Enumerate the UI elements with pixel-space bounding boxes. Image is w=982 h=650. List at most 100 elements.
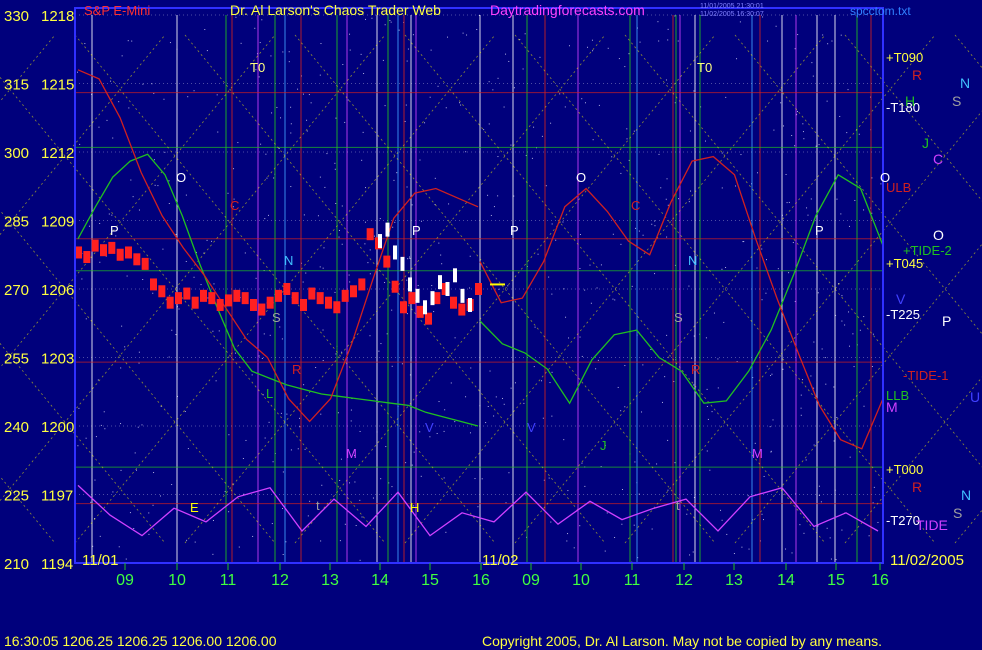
y-price-label: 1197 [41,488,73,505]
star-dot [349,49,351,51]
star-dot [617,386,619,388]
star-dot [97,379,99,381]
star-dot [693,384,695,386]
star-dot [305,272,307,274]
star-dot [384,105,386,107]
right-axis-label: +TIDE-2 [903,243,952,258]
star-dot [171,329,173,331]
star-dot [450,382,452,384]
star-dot [805,459,807,461]
price-bar [458,303,466,316]
star-dot [380,478,382,480]
star-dot [285,541,287,543]
x-hour-label: 13 [321,572,339,589]
planet-mark: R [292,362,301,377]
star-dot [103,411,105,413]
star-dot [551,415,553,417]
y-angle-label: 285 [4,214,29,231]
star-dot [112,491,114,493]
star-dot [840,213,842,215]
star-dot [824,357,826,359]
star-dot [650,348,652,350]
x-hour-label: 10 [168,572,186,589]
star-dot [347,99,349,101]
star-dot [510,387,512,389]
y-angle-label: 210 [4,556,29,573]
star-dot [689,130,691,132]
star-dot [142,83,144,85]
star-dot [802,123,804,125]
star-dot [77,71,79,73]
x-hour-label: 12 [675,572,693,589]
star-dot [341,243,343,245]
star-dot [667,439,669,441]
star-dot [163,98,165,100]
star-dot [104,428,106,430]
x-hour-label: 13 [725,572,743,589]
star-dot [497,195,499,197]
y-price-label: 1200 [41,419,74,436]
star-dot [492,89,494,91]
star-dot [788,201,790,203]
star-dot [810,375,812,377]
star-dot [551,293,553,295]
star-dot [290,449,292,451]
star-dot [233,168,235,170]
star-dot [207,297,209,299]
star-dot [840,34,842,36]
chart-title: Dr. Al Larson's Chaos Trader Web [230,2,441,18]
star-dot [84,43,86,45]
star-dot [121,55,123,57]
star-dot [713,312,715,314]
star-dot [513,87,515,89]
star-dot [633,130,635,132]
star-dot [212,520,214,522]
star-dot [743,241,745,243]
star-dot [454,421,456,423]
star-dot [407,258,409,260]
star-dot [551,223,553,225]
star-dot [152,292,154,294]
star-dot [302,93,304,95]
star-dot [169,42,171,44]
star-dot [448,203,450,205]
star-dot [350,409,352,411]
star-dot [441,263,443,265]
star-dot [319,74,321,76]
star-dot [871,366,873,368]
star-dot [481,478,483,480]
star-dot [589,264,591,266]
star-dot [614,537,616,539]
star-dot [859,329,861,331]
star-dot [503,403,505,405]
star-dot [522,68,524,70]
price-bar [116,248,124,261]
star-dot [761,513,763,515]
star-dot [408,256,410,258]
star-dot [847,89,849,91]
star-dot [175,233,177,235]
star-dot [392,226,394,228]
star-dot [826,527,828,529]
star-dot [344,523,346,525]
star-dot [251,374,253,376]
planet-mark: t [676,498,680,513]
star-dot [85,437,87,439]
price-bar [108,241,116,254]
star-dot [99,261,101,263]
star-dot [721,152,723,154]
site-link[interactable]: Daytradingforecasts.com [490,2,645,18]
star-dot [792,242,794,244]
star-dot [393,179,395,181]
star-dot [654,225,656,227]
star-dot [756,267,758,269]
price-bar [216,298,224,311]
star-dot [135,469,137,471]
star-dot [761,299,763,301]
star-dot [493,415,495,417]
star-dot [349,482,351,484]
star-dot [270,55,272,57]
star-dot [261,357,263,359]
star-dot [194,541,196,543]
x-hour-label: 09 [522,572,540,589]
